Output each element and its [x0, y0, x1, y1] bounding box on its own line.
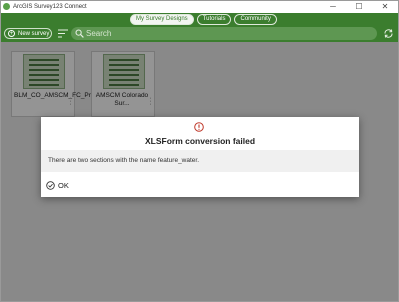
app-window: ArcGIS Survey123 Connect ─ ☐ ✕ My Survey…	[0, 0, 399, 302]
search-bar	[71, 27, 377, 40]
close-window-button[interactable]: ✕	[374, 1, 396, 12]
search-input[interactable]	[86, 28, 366, 39]
dialog-message: There are two sections with the name fea…	[48, 157, 200, 164]
sync-icon[interactable]	[383, 28, 394, 39]
new-survey-button[interactable]: + New survey	[4, 28, 52, 39]
dialog-message-panel: There are two sections with the name fea…	[41, 150, 359, 172]
ok-button[interactable]: OK	[46, 179, 69, 191]
search-icon	[75, 29, 84, 38]
error-icon	[194, 122, 204, 132]
minimize-button[interactable]: ─	[322, 1, 344, 12]
tab-community[interactable]: Community	[234, 14, 277, 25]
toolbar: + New survey	[1, 26, 398, 42]
tab-tutorials[interactable]: Tutorials	[196, 14, 232, 25]
plus-icon: +	[8, 30, 15, 37]
maximize-button[interactable]: ☐	[348, 1, 370, 12]
new-survey-label: New survey	[18, 31, 50, 37]
nav-tabs: My Survey Designs Tutorials Community	[130, 14, 277, 25]
sort-icon[interactable]	[58, 29, 68, 38]
error-dialog: XLSForm conversion failed There are two …	[41, 117, 359, 197]
tab-my-survey-designs[interactable]: My Survey Designs	[130, 14, 194, 25]
check-circle-icon	[46, 180, 55, 190]
window-title: ArcGIS Survey123 Connect	[13, 4, 87, 10]
ok-label: OK	[58, 180, 69, 190]
app-header: My Survey Designs Tutorials Community	[1, 13, 398, 26]
survey123-logo-icon	[3, 3, 10, 10]
dialog-title: XLSForm conversion failed	[144, 136, 256, 146]
title-bar: ArcGIS Survey123 Connect ─ ☐ ✕	[1, 1, 398, 13]
